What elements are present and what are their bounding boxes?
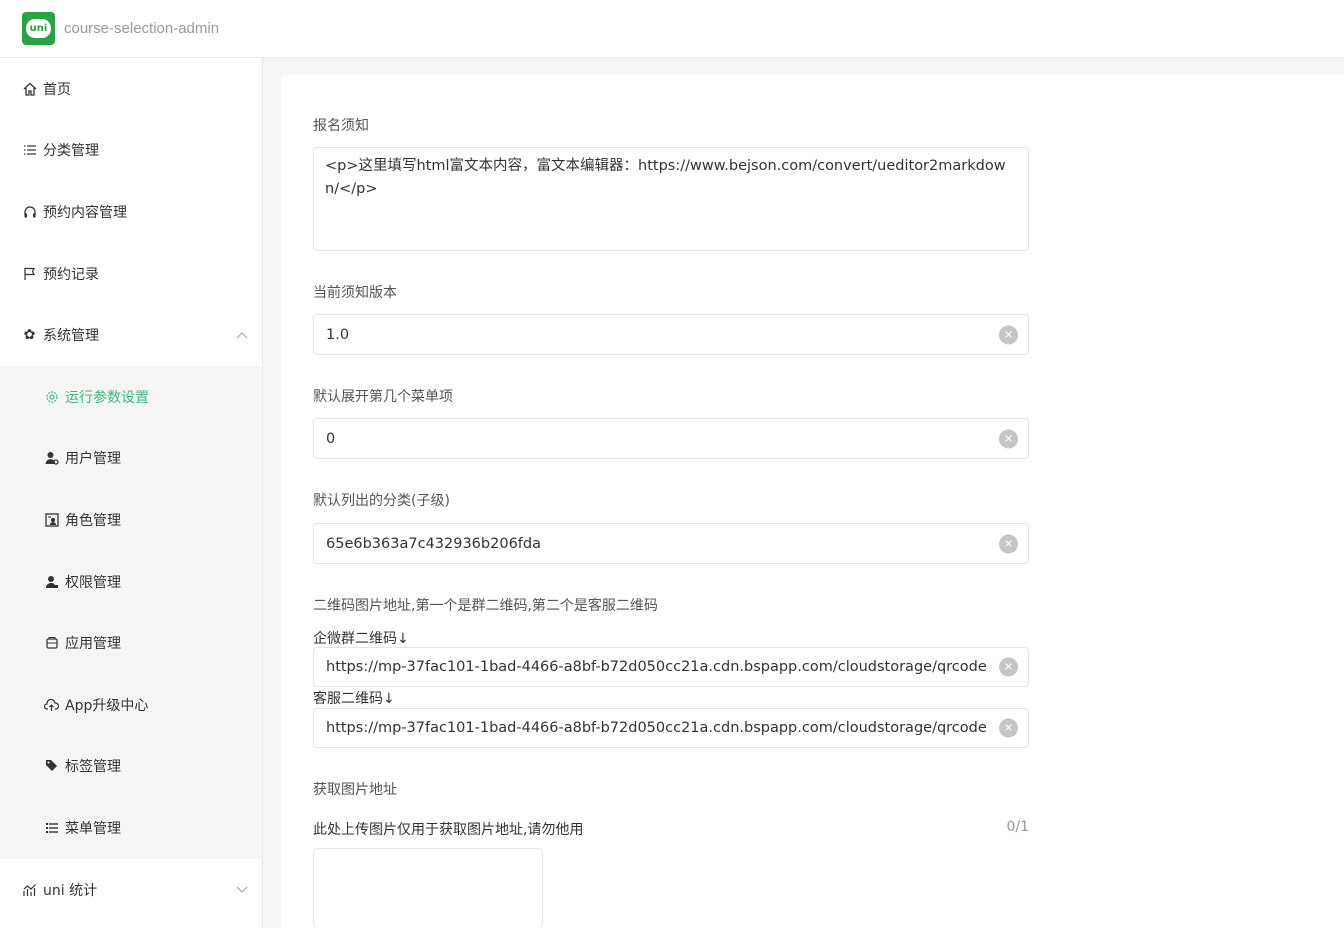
top-bar: uni course-selection-admin <box>0 0 1344 58</box>
app-logo[interactable]: uni <box>22 12 55 45</box>
home-icon <box>22 81 37 96</box>
qrcode1-input[interactable]: https://mp-37fac101-1bad-4466-a8bf-b72d0… <box>313 647 1029 687</box>
sidebar-item-apps[interactable]: 应用管理 <box>0 612 262 674</box>
settings-icon <box>44 389 59 404</box>
expand-input[interactable]: 0 ✕ <box>313 418 1029 459</box>
user-icon <box>44 451 59 466</box>
sidebar-item-label: 应用管理 <box>65 636 121 653</box>
clear-icon[interactable]: ✕ <box>999 718 1018 738</box>
list-icon <box>22 143 37 158</box>
sidebar-item-users[interactable]: 用户管理 <box>0 428 262 490</box>
notice-label: 报名须知 <box>313 118 369 134</box>
expand-value: 0 <box>326 430 336 447</box>
sidebar-item-home[interactable]: 首页 <box>0 58 262 120</box>
sidebar-item-label: 运行参数设置 <box>65 389 149 406</box>
notice-textarea[interactable]: <p>这里填写html富文本内容，富文本编辑器：https://www.bejs… <box>313 147 1029 251</box>
stats-icon <box>22 882 37 897</box>
sidebar-item-label: 分类管理 <box>43 143 99 160</box>
app-title[interactable]: course-selection-admin <box>64 20 219 37</box>
sidebar-item-tags[interactable]: 标签管理 <box>0 736 262 798</box>
sidebar-item-app-upgrade[interactable]: App升级中心 <box>0 674 262 736</box>
gear-icon: ✿ <box>23 327 36 344</box>
qrcode1-label: 企微群二维码↓ <box>313 631 409 647</box>
version-value: 1.0 <box>326 326 350 343</box>
clear-icon[interactable]: ✕ <box>999 429 1018 448</box>
qrcode2-label: 客服二维码↓ <box>313 691 395 707</box>
sidebar-item-label: uni 统计 <box>43 882 98 899</box>
version-input[interactable]: 1.0 ✕ <box>313 314 1029 355</box>
clear-icon[interactable]: ✕ <box>999 534 1018 553</box>
sidebar-item-menus[interactable]: 菜单管理 <box>0 797 262 859</box>
upload-hint: 此处上传图片仅用于获取图片地址,请勿他用 <box>313 822 584 838</box>
sidebar-item-booking-content[interactable]: 预约内容管理 <box>0 181 262 243</box>
qrcode1-value: https://mp-37fac101-1bad-4466-a8bf-b72d0… <box>326 659 987 675</box>
flag-icon <box>22 266 37 281</box>
sidebar-item-label: 权限管理 <box>65 574 121 591</box>
sidebar-item-label: 预约记录 <box>43 266 99 283</box>
sidebar-item-label: 角色管理 <box>65 512 121 529</box>
sidebar-item-label: 用户管理 <box>65 451 121 468</box>
sidebar-item-categories[interactable]: 分类管理 <box>0 120 262 182</box>
category-value: 65e6b363a7c432936b206fda <box>326 535 541 552</box>
qrcode-label: 二维码图片地址,第一个是群二维码,第二个是客服二维码 <box>313 598 658 614</box>
main-content: 报名须知 <p>这里填写html富文本内容，富文本编辑器：https://www… <box>281 75 1344 928</box>
role-icon <box>44 512 59 527</box>
permission-icon <box>44 574 59 589</box>
sidebar-item-booking-records[interactable]: 预约记录 <box>0 243 262 305</box>
app-icon <box>44 636 59 651</box>
category-input[interactable]: 65e6b363a7c432936b206fda ✕ <box>313 523 1029 564</box>
qrcode2-value: https://mp-37fac101-1bad-4466-a8bf-b72d0… <box>326 720 987 736</box>
qrcode2-input[interactable]: https://mp-37fac101-1bad-4466-a8bf-b72d0… <box>313 708 1029 748</box>
sidebar-item-run-params[interactable]: 运行参数设置 <box>0 366 262 428</box>
chevron-down-icon <box>236 882 248 898</box>
sidebar-item-label: App升级中心 <box>65 697 149 714</box>
sidebar-item-label: 标签管理 <box>65 759 121 776</box>
image-upload-box[interactable] <box>313 848 543 928</box>
clear-icon[interactable]: ✕ <box>999 325 1018 344</box>
sidebar-item-label: 系统管理 <box>43 328 99 345</box>
sidebar-item-label: 首页 <box>43 81 71 98</box>
menu-icon <box>44 820 59 835</box>
logo-text: uni <box>26 19 51 38</box>
sidebar-item-uni-stats[interactable]: uni 统计 <box>0 859 262 921</box>
sidebar-item-system[interactable]: ✿ 系统管理 <box>0 304 262 366</box>
category-label: 默认列出的分类(子级) <box>313 493 450 509</box>
system-submenu: 运行参数设置 用户管理 角色管理 权限管理 应用管理 App升级中心 标签管理 … <box>0 365 262 859</box>
image-url-label: 获取图片地址 <box>313 782 397 798</box>
expand-label: 默认展开第几个菜单项 <box>313 389 453 405</box>
sidebar-item-roles[interactable]: 角色管理 <box>0 489 262 551</box>
headphones-icon <box>22 204 37 219</box>
sidebar-item-label: 菜单管理 <box>65 820 121 837</box>
chevron-up-icon <box>236 327 248 343</box>
sidebar-item-label: 预约内容管理 <box>43 204 127 221</box>
version-label: 当前须知版本 <box>313 285 397 301</box>
clear-icon[interactable]: ✕ <box>999 657 1018 677</box>
sidebar-item-permissions[interactable]: 权限管理 <box>0 551 262 613</box>
upload-cloud-icon <box>44 697 59 712</box>
sidebar: 首页 分类管理 预约内容管理 预约记录 ✿ 系统管理 运行参数设置 用户管理 角… <box>0 58 263 928</box>
tag-icon <box>44 759 59 774</box>
upload-count: 0/1 <box>1006 819 1029 835</box>
